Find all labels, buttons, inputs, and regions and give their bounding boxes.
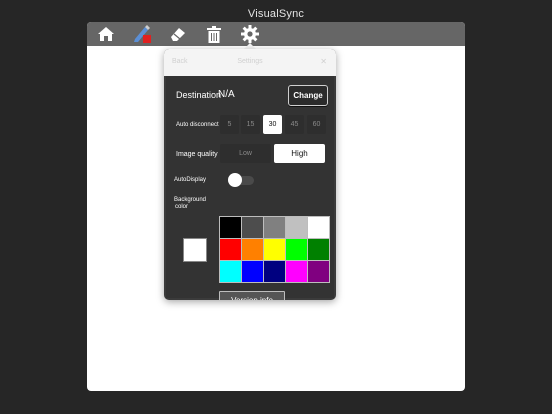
color-palette bbox=[219, 216, 330, 283]
color-swatch[interactable] bbox=[220, 239, 241, 260]
background-color-label-line2: color bbox=[175, 204, 189, 210]
color-swatch[interactable] bbox=[264, 261, 285, 282]
color-swatch[interactable] bbox=[220, 261, 241, 282]
popover-header: Back Settings ✕ bbox=[164, 49, 336, 76]
color-swatch[interactable] bbox=[286, 239, 307, 260]
background-color-preview bbox=[183, 238, 207, 262]
color-swatch[interactable] bbox=[242, 217, 263, 238]
color-swatch[interactable] bbox=[308, 239, 329, 260]
auto-disconnect-option-60[interactable]: 60 bbox=[307, 115, 326, 134]
image-quality-low[interactable]: Low bbox=[220, 144, 271, 163]
color-swatch[interactable] bbox=[286, 217, 307, 238]
auto-disconnect-option-15[interactable]: 15 bbox=[241, 115, 260, 134]
auto-disconnect-option-5[interactable]: 5 bbox=[220, 115, 239, 134]
settings-button[interactable] bbox=[239, 24, 261, 44]
gear-icon bbox=[241, 25, 259, 43]
color-swatch[interactable] bbox=[242, 261, 263, 282]
color-swatch[interactable] bbox=[264, 217, 285, 238]
trash-button[interactable] bbox=[203, 24, 225, 44]
background-color-label-line1: Background bbox=[174, 197, 207, 203]
auto-disconnect-option-30[interactable]: 30 bbox=[263, 115, 282, 134]
pen-button[interactable] bbox=[131, 24, 153, 44]
close-icon[interactable]: ✕ bbox=[320, 57, 327, 66]
auto-display-toggle-knob[interactable] bbox=[228, 173, 242, 187]
settings-popover: Back Settings ✕ Destination N/A Change A… bbox=[164, 49, 336, 300]
color-swatch[interactable] bbox=[264, 239, 285, 260]
home-icon bbox=[98, 27, 114, 41]
color-swatch[interactable] bbox=[286, 261, 307, 282]
auto-display-label: AutoDisplay bbox=[174, 177, 207, 183]
destination-value: N/A bbox=[218, 89, 235, 100]
auto-disconnect-label: Auto disconnect bbox=[176, 122, 219, 128]
color-swatch[interactable] bbox=[220, 217, 241, 238]
eraser-button[interactable] bbox=[167, 24, 189, 44]
home-button[interactable] bbox=[95, 24, 117, 44]
app-title: VisualSync bbox=[247, 8, 305, 20]
popover-title: Settings bbox=[237, 58, 263, 65]
settings-body: Destination N/A Change Auto disconnect 5… bbox=[166, 76, 334, 300]
image-quality-high[interactable]: High bbox=[274, 144, 325, 163]
trash-icon bbox=[207, 25, 221, 43]
pen-icon bbox=[134, 25, 151, 43]
image-quality-label: Image quality bbox=[176, 151, 218, 158]
toolbar bbox=[87, 22, 465, 46]
color-swatch[interactable] bbox=[308, 217, 329, 238]
color-swatch[interactable] bbox=[242, 239, 263, 260]
color-swatch[interactable] bbox=[308, 261, 329, 282]
version-info-button[interactable]: Version info bbox=[219, 291, 285, 300]
auto-disconnect-option-45[interactable]: 45 bbox=[285, 115, 304, 134]
destination-label: Destination bbox=[176, 90, 222, 100]
eraser-icon bbox=[171, 28, 185, 41]
change-destination-button[interactable]: Change bbox=[288, 85, 328, 106]
